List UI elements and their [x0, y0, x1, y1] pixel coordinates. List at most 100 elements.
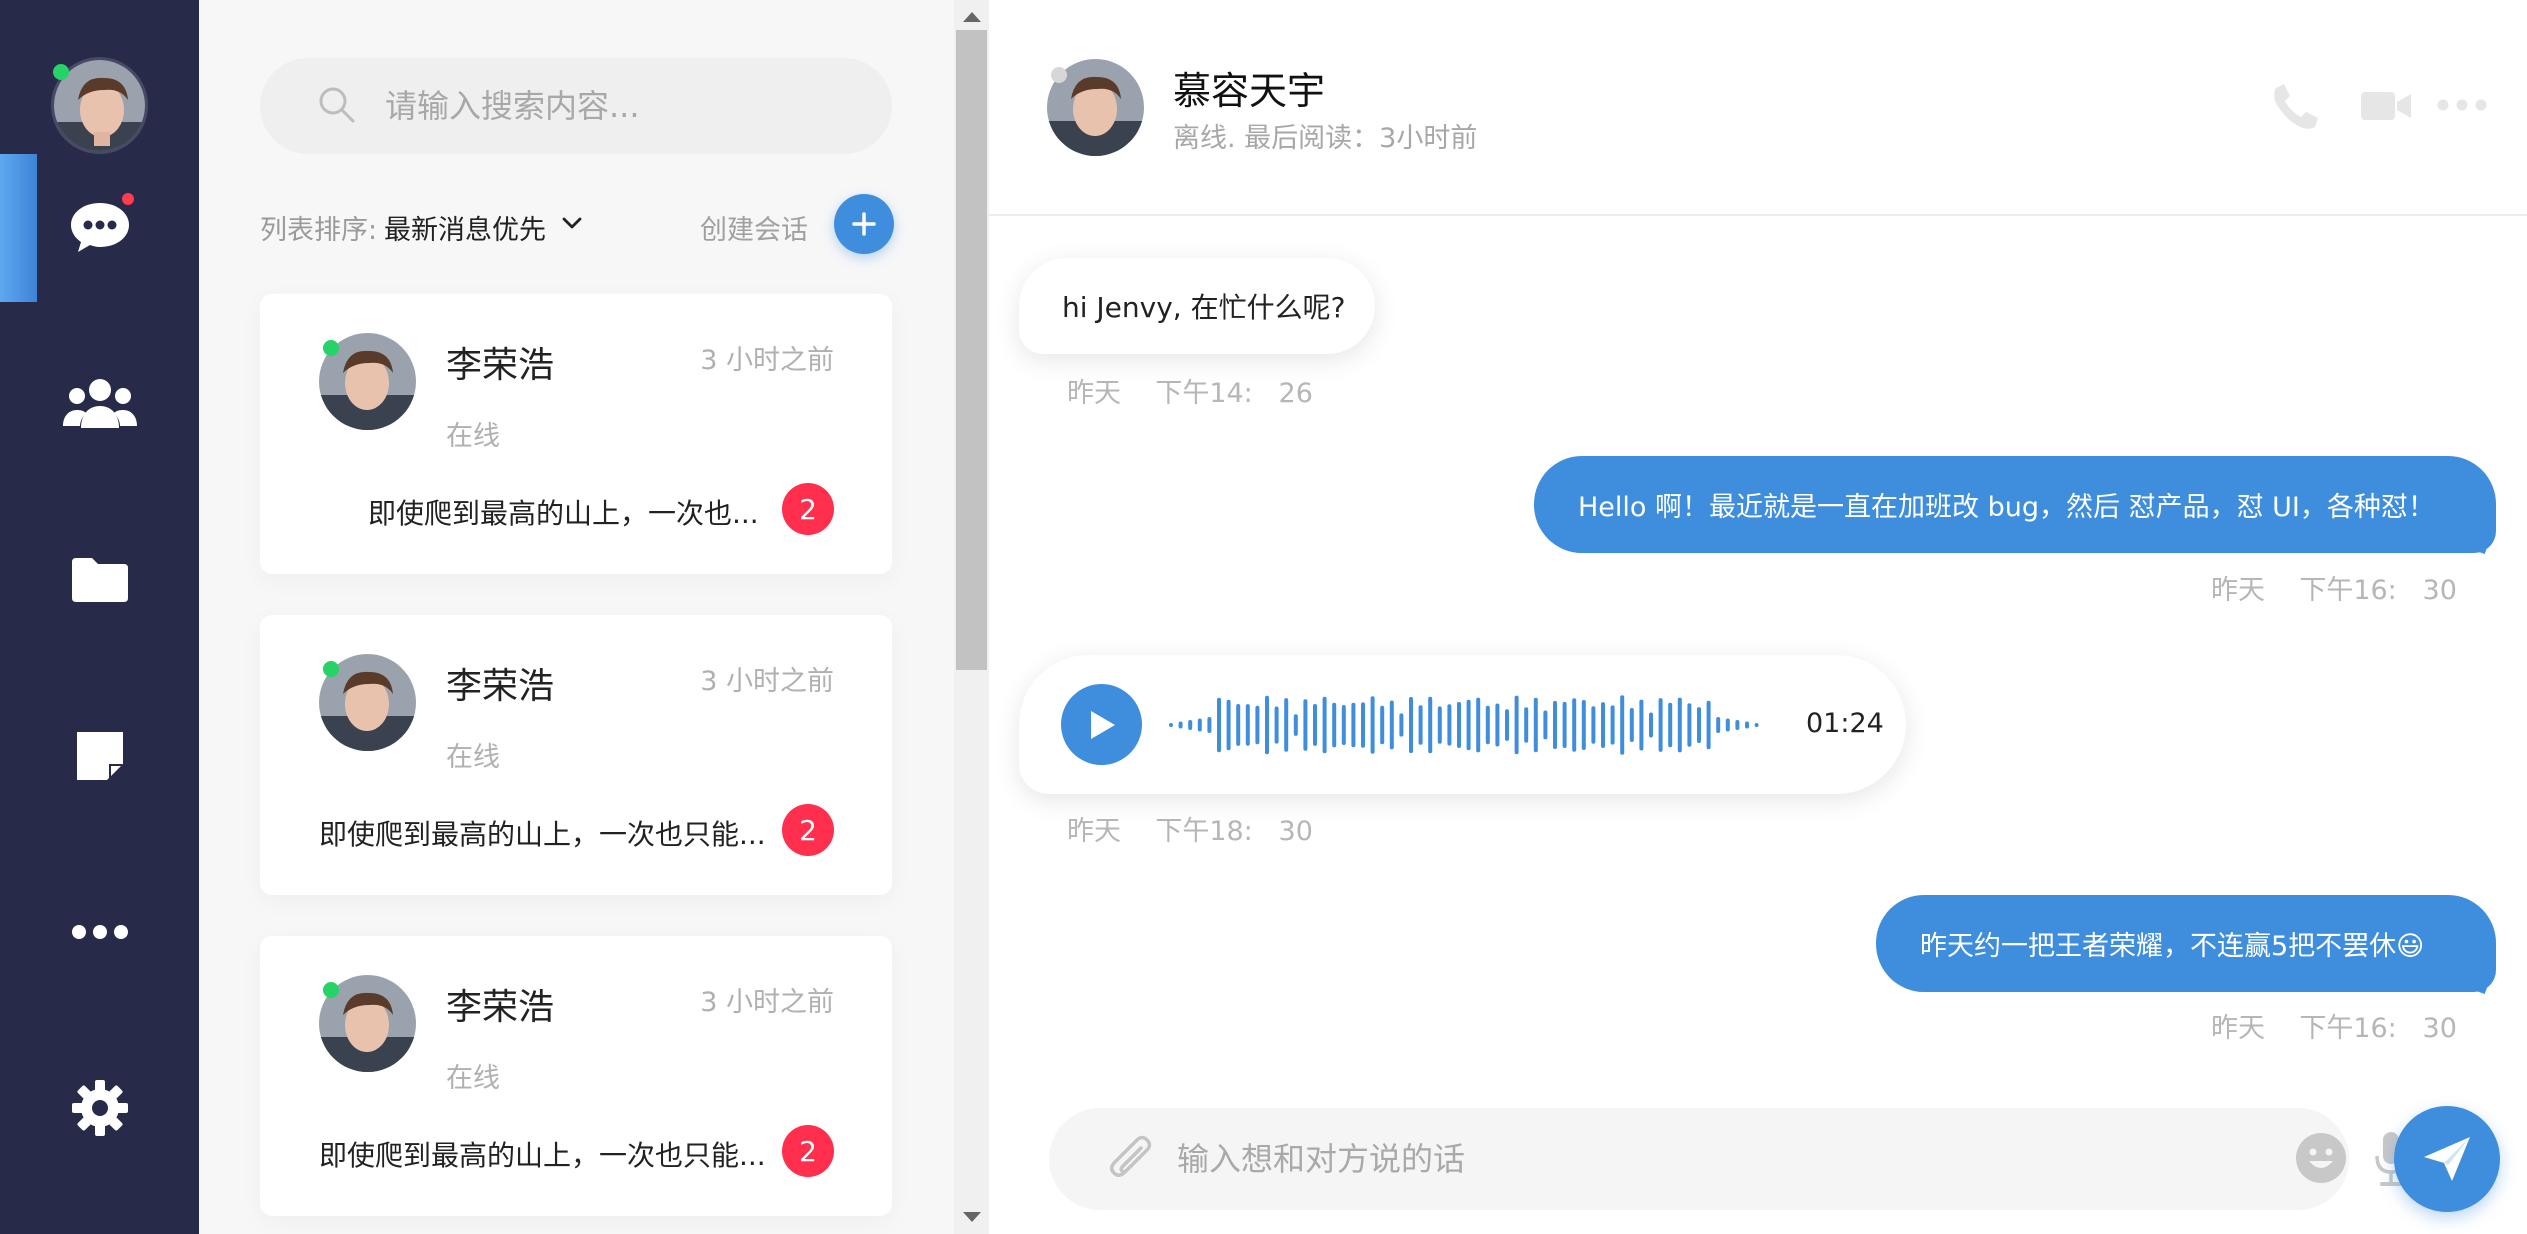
chat-contact-status: 离线. 最后阅读：3小时前: [1173, 123, 1478, 154]
message-timestamp: 昨天 下午14: 26: [1067, 378, 1313, 409]
waveform-bar: [1428, 696, 1433, 754]
note-icon: [77, 732, 123, 780]
waveform-bar: [1226, 699, 1231, 751]
sort-dropdown[interactable]: 最新消息优先: [384, 208, 546, 247]
message-timestamp: 昨天 下午18: 30: [1067, 816, 1313, 847]
unread-badge: 2: [782, 1125, 834, 1177]
gear-icon: [72, 1080, 128, 1136]
waveform-bar: [1207, 717, 1212, 733]
waveform-bar: [1322, 696, 1327, 754]
presence-status: 在线: [446, 742, 500, 773]
offline-status-dot: [1051, 67, 1067, 83]
waveform-bar: [1735, 720, 1740, 730]
waveform-bar: [1255, 705, 1260, 745]
phone-icon[interactable]: [2270, 80, 2322, 132]
message-text: Hello 啊！最近就是一直在加班改 bug，然后 怼产品，怼 UI，各种怼！: [1578, 492, 2435, 523]
nav-item-settings[interactable]: [60, 1068, 140, 1148]
message-bubble-outgoing[interactable]: Hello 啊！最近就是一直在加班改 bug，然后 怼产品，怼 UI，各种怼！: [1534, 456, 2496, 553]
waveform-bar: [1629, 708, 1634, 742]
waveform-bar: [1409, 697, 1413, 754]
conversation-card[interactable]: 李荣浩 3 小时之前 在线 即使爬到最高的山上，一次也只能... 2: [260, 936, 892, 1216]
video-call-icon[interactable]: [2361, 90, 2411, 122]
more-options-icon[interactable]: [2436, 98, 2488, 112]
waveform-bar: [1188, 720, 1193, 730]
online-status-dot: [323, 340, 339, 356]
waveform-bar: [1303, 699, 1308, 751]
nav-item-files[interactable]: [60, 540, 140, 620]
emoji-icon[interactable]: [2294, 1131, 2348, 1185]
contact-name: 李荣浩: [446, 987, 555, 1028]
waveform-bar: [1562, 701, 1567, 748]
waveform-bar: [1639, 699, 1644, 751]
online-status-dot: [323, 661, 339, 677]
waveform-bar: [1178, 721, 1183, 729]
waveform-bar: [1245, 704, 1250, 746]
play-button[interactable]: [1061, 684, 1142, 765]
voice-duration: 01:24: [1806, 708, 1884, 739]
unread-badge: 2: [782, 804, 834, 856]
sort-row: 列表排序: 最新消息优先 创建会话: [260, 194, 900, 254]
waveform-bar: [1313, 704, 1317, 746]
waveform-bar: [1332, 702, 1337, 748]
waveform-bar: [1457, 702, 1461, 748]
waveform-bar: [1265, 695, 1269, 755]
waveform-bar: [1485, 705, 1490, 745]
voice-waveform: [1169, 695, 1759, 755]
waveform-bar: [1725, 718, 1730, 732]
scroll-down-arrow-icon[interactable]: [963, 1212, 981, 1222]
create-conversation-label[interactable]: 创建会话: [700, 208, 808, 247]
nav-item-contacts[interactable]: [60, 363, 140, 443]
conversation-card[interactable]: 李荣浩 3 小时之前 在线 即使爬到最高的山上，一次也... 2: [260, 294, 892, 574]
message-bubble-outgoing[interactable]: 昨天约一把王者荣耀，不连赢5把不罢休😃: [1876, 895, 2496, 992]
waveform-bar: [1437, 706, 1442, 744]
folder-icon: [72, 558, 128, 602]
conversation-list-scrollbar[interactable]: [954, 0, 989, 1234]
message-composer: [1049, 1108, 2407, 1210]
nav-rail: [0, 0, 199, 1234]
waveform-bar: [1649, 712, 1653, 738]
waveform-bar: [1524, 707, 1529, 743]
send-button[interactable]: [2394, 1106, 2500, 1212]
message-text: hi Jenvy, 在忙什么呢?: [1062, 291, 1346, 324]
create-conversation-button[interactable]: [834, 194, 894, 254]
voice-message-bubble[interactable]: 01:24: [1019, 655, 1906, 794]
message-bubble-incoming[interactable]: hi Jenvy, 在忙什么呢?: [1019, 258, 1375, 354]
plus-icon: [852, 212, 876, 236]
waveform-bar: [1361, 702, 1365, 748]
chevron-down-icon[interactable]: [562, 216, 582, 230]
waveform-bar: [1495, 703, 1500, 747]
waveform-bar: [1620, 695, 1625, 755]
waveform-bar: [1197, 718, 1202, 732]
waveform-bar: [1591, 706, 1596, 744]
scroll-up-arrow-icon[interactable]: [963, 12, 981, 22]
waveform-bar: [1341, 705, 1346, 745]
sort-label: 列表排序:: [260, 215, 378, 246]
contact-name: 李荣浩: [446, 666, 555, 707]
more-icon: [72, 925, 128, 939]
waveform-bar: [1169, 723, 1173, 727]
search-input[interactable]: [385, 78, 865, 134]
chat-icon: [71, 203, 129, 252]
waveform-bar: [1370, 696, 1375, 754]
search-icon: [319, 87, 355, 123]
waveform-bar: [1745, 721, 1749, 729]
scrollbar-thumb[interactable]: [956, 30, 987, 670]
waveform-bar: [1505, 709, 1509, 741]
chat-header: 慕容天宇 离线. 最后阅读：3小时前: [989, 0, 2527, 216]
waveform-bar: [1553, 700, 1557, 749]
nav-active-indicator: [0, 154, 37, 302]
message-preview: 即使爬到最高的山上，一次也只能...: [319, 818, 766, 851]
search-box[interactable]: [260, 58, 892, 154]
message-preview: 即使爬到最高的山上，一次也只能...: [319, 1139, 766, 1172]
chat-contact-name: 慕容天宇: [1173, 69, 1326, 113]
waveform-bar: [1687, 703, 1692, 747]
contact-name: 李荣浩: [446, 345, 555, 386]
message-preview: 即使爬到最高的山上，一次也...: [368, 497, 759, 530]
waveform-bar: [1217, 697, 1221, 753]
message-input[interactable]: [1177, 1130, 2157, 1188]
paperclip-icon[interactable]: [1105, 1134, 1159, 1188]
conversation-card[interactable]: 李荣浩 3 小时之前 在线 即使爬到最高的山上，一次也只能... 2: [260, 615, 892, 895]
nav-item-notes[interactable]: [60, 716, 140, 796]
nav-item-more[interactable]: [60, 892, 140, 972]
last-message-time: 3 小时之前: [700, 987, 834, 1018]
